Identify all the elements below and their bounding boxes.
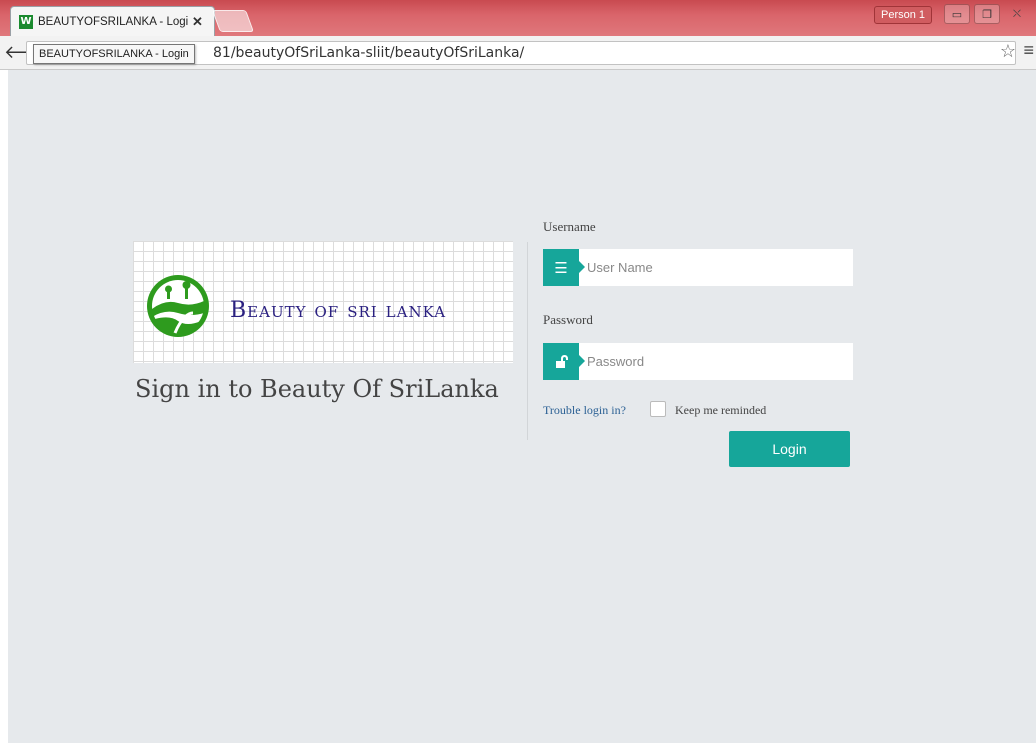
username-input[interactable] — [587, 249, 847, 286]
login-page: Beauty of sri lanka Sign in to Beauty Of… — [0, 70, 1036, 743]
tab-title: BEAUTYOFSRILANKA - Login — [38, 15, 188, 28]
username-label: Username — [543, 219, 596, 234]
tab-tooltip: BEAUTYOFSRILANKA - Login — [33, 44, 195, 64]
minimize-icon[interactable]: ▭ — [944, 4, 970, 24]
password-group — [543, 343, 853, 380]
star-icon[interactable]: ☆ — [1000, 41, 1016, 62]
tab-close-icon[interactable]: ✕ — [192, 14, 203, 30]
password-input[interactable] — [587, 343, 847, 380]
login-button[interactable]: Login — [729, 431, 850, 467]
list-icon: ☰ — [543, 249, 585, 286]
window-controls: ▭ ❐ ⛌ — [944, 4, 1030, 24]
restore-icon[interactable]: ❐ — [974, 4, 1000, 24]
keep-reminded-label: Keep me reminded — [675, 403, 767, 417]
new-tab-button[interactable] — [211, 10, 255, 32]
hamburger-menu-icon[interactable]: ≡ — [1023, 40, 1034, 61]
window-close-icon[interactable]: ⛌ — [1004, 4, 1030, 24]
url-text: 81/beautyOfSriLanka-sliit/beautyOfSriLan… — [213, 45, 525, 61]
profile-button[interactable]: Person 1 — [874, 6, 932, 24]
browser-tab[interactable]: W BEAUTYOFSRILANKA - Login ✕ — [10, 6, 215, 36]
tab-favicon-icon: W — [19, 14, 33, 29]
site-logo: Beauty of sri lanka — [133, 241, 513, 363]
password-label: Password — [543, 312, 593, 327]
trouble-login-link[interactable]: Trouble login in? — [543, 403, 626, 418]
logo-wordmark: Beauty of sri lanka — [230, 298, 447, 323]
vertical-divider — [527, 242, 528, 440]
page-title: Sign in to Beauty Of SriLanka — [135, 375, 499, 403]
username-group: ☰ — [543, 249, 853, 286]
landscape-emblem-icon — [147, 275, 209, 337]
keep-reminded-checkbox[interactable] — [650, 401, 666, 417]
unlock-icon — [543, 343, 585, 380]
browser-titlebar: W BEAUTYOFSRILANKA - Login ✕ Person 1 ▭ … — [0, 0, 1036, 36]
